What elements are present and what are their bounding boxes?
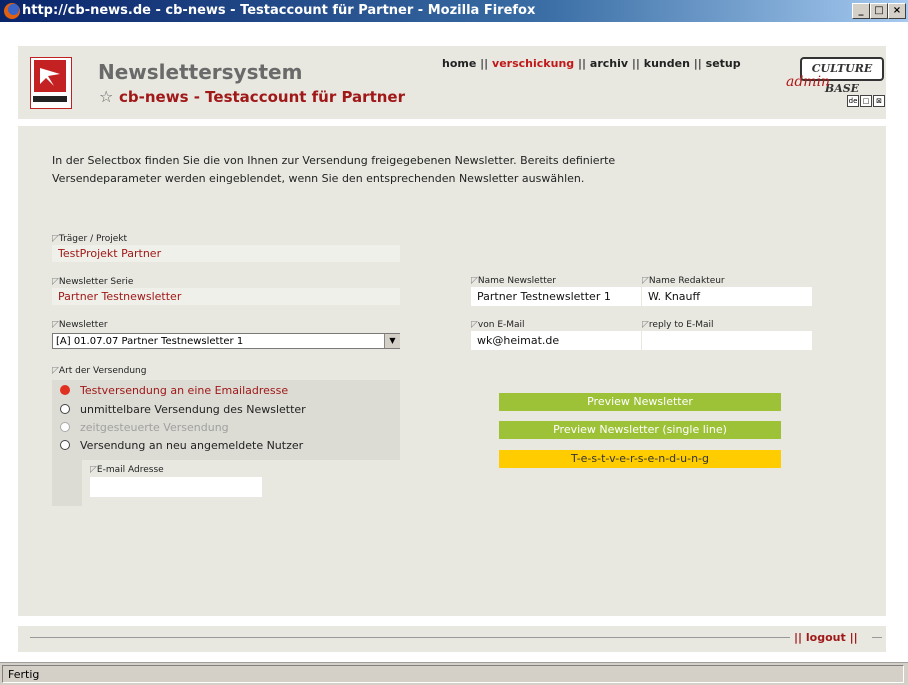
nav-verschickung[interactable]: verschickung bbox=[492, 57, 574, 70]
field-marker-icon: ◸ bbox=[52, 366, 59, 376]
newsletter-label: ◸Newsletter bbox=[52, 320, 108, 330]
nav-separator: || bbox=[693, 57, 702, 70]
intro-text: In der Selectbox finden Sie die von Ihne… bbox=[52, 154, 616, 185]
main-nav: home || verschickung || archiv || kunden… bbox=[442, 57, 741, 70]
option-neu-angemeldet[interactable]: Versendung an neu angemeldete Nutzer bbox=[60, 439, 303, 452]
status-text: Fertig bbox=[8, 668, 40, 681]
logout-separator: || bbox=[794, 631, 803, 644]
traeger-value: TestProjekt Partner bbox=[52, 245, 400, 262]
radio-selected-icon[interactable] bbox=[60, 385, 70, 395]
field-marker-icon: ◸ bbox=[52, 277, 59, 287]
name-redakteur-label: ◸Name Redakteur bbox=[642, 276, 725, 286]
close-view-icon[interactable]: ⊠ bbox=[873, 95, 885, 107]
name-redakteur-value: W. Knauff bbox=[642, 287, 812, 306]
nav-home[interactable]: home bbox=[442, 57, 476, 70]
star-icon: ☆ bbox=[99, 87, 114, 106]
chevron-down-icon[interactable]: ▼ bbox=[384, 334, 400, 348]
app-title: Newslettersystem bbox=[98, 60, 303, 84]
option-testversendung[interactable]: Testversendung an eine Emailadresse bbox=[60, 384, 288, 397]
email-field[interactable] bbox=[90, 477, 262, 497]
option-zeitgesteuert: zeitgesteuerte Versendung bbox=[60, 421, 229, 434]
lang-icons: de □ ⊠ bbox=[846, 95, 885, 107]
footer-panel bbox=[18, 626, 886, 652]
nav-setup[interactable]: setup bbox=[706, 57, 741, 70]
field-marker-icon: ◸ bbox=[642, 276, 649, 286]
logout-area: || logout || bbox=[794, 631, 858, 644]
maximize-button[interactable]: □ bbox=[870, 3, 888, 19]
option-unmittelbar[interactable]: unmittelbare Versendung des Newsletter bbox=[60, 403, 306, 416]
serie-value: Partner Testnewsletter bbox=[52, 288, 400, 305]
field-marker-icon: ◸ bbox=[471, 276, 478, 286]
testversendung-button[interactable]: T-e-s-t-v-e-r-s-e-n-d-u-n-g bbox=[499, 450, 781, 468]
preview-button[interactable]: Preview Newsletter bbox=[499, 393, 781, 411]
name-newsletter-label: ◸Name Newsletter bbox=[471, 276, 556, 286]
art-label: ◸Art der Versendung bbox=[52, 366, 147, 376]
traeger-label: ◸Träger / Projekt bbox=[52, 234, 128, 244]
reply-email-value bbox=[642, 331, 812, 350]
firefox-icon bbox=[4, 3, 20, 19]
radio-icon[interactable] bbox=[60, 404, 70, 414]
logo-caption bbox=[33, 96, 67, 102]
preview-single-line-button[interactable]: Preview Newsletter (single line) bbox=[499, 421, 781, 439]
email-label: ◸E-mail Adresse bbox=[90, 465, 164, 475]
logo-mark-icon bbox=[34, 60, 66, 92]
reply-email-label: ◸reply to E-Mail bbox=[642, 320, 714, 330]
radio-disabled-icon bbox=[60, 422, 70, 432]
logout-link[interactable]: logout bbox=[806, 631, 846, 644]
main-panel bbox=[18, 126, 886, 616]
newsletter-select[interactable]: [A] 01.07.07 Partner Testnewsletter 1 bbox=[52, 333, 400, 349]
window-icon[interactable]: □ bbox=[860, 95, 872, 107]
minimize-button[interactable]: _ bbox=[852, 3, 870, 19]
field-marker-icon: ◸ bbox=[52, 320, 59, 330]
admin-label: admin bbox=[786, 74, 831, 90]
footer-divider bbox=[872, 637, 882, 638]
nav-separator: || bbox=[631, 57, 640, 70]
account-title: cb-news - Testaccount für Partner bbox=[119, 88, 405, 106]
serie-label: ◸Newsletter Serie bbox=[52, 277, 134, 287]
logout-separator: || bbox=[849, 631, 858, 644]
window-title: http://cb-news.de - cb-news - Testaccoun… bbox=[22, 3, 536, 18]
nav-archiv[interactable]: archiv bbox=[590, 57, 628, 70]
radio-icon[interactable] bbox=[60, 440, 70, 450]
nav-separator: || bbox=[578, 57, 587, 70]
name-newsletter-value: Partner Testnewsletter 1 bbox=[471, 287, 641, 306]
close-button[interactable]: × bbox=[888, 3, 906, 19]
footer-divider bbox=[30, 637, 790, 638]
nav-kunden[interactable]: kunden bbox=[644, 57, 690, 70]
field-marker-icon: ◸ bbox=[52, 234, 59, 244]
field-marker-icon: ◸ bbox=[471, 320, 478, 330]
von-email-label: ◸von E-Mail bbox=[471, 320, 525, 330]
field-marker-icon: ◸ bbox=[90, 465, 97, 475]
field-marker-icon: ◸ bbox=[642, 320, 649, 330]
status-field bbox=[2, 665, 904, 683]
lang-de-icon[interactable]: de bbox=[847, 95, 859, 107]
nav-separator: || bbox=[480, 57, 489, 70]
von-email-value: wk@heimat.de bbox=[471, 331, 641, 350]
